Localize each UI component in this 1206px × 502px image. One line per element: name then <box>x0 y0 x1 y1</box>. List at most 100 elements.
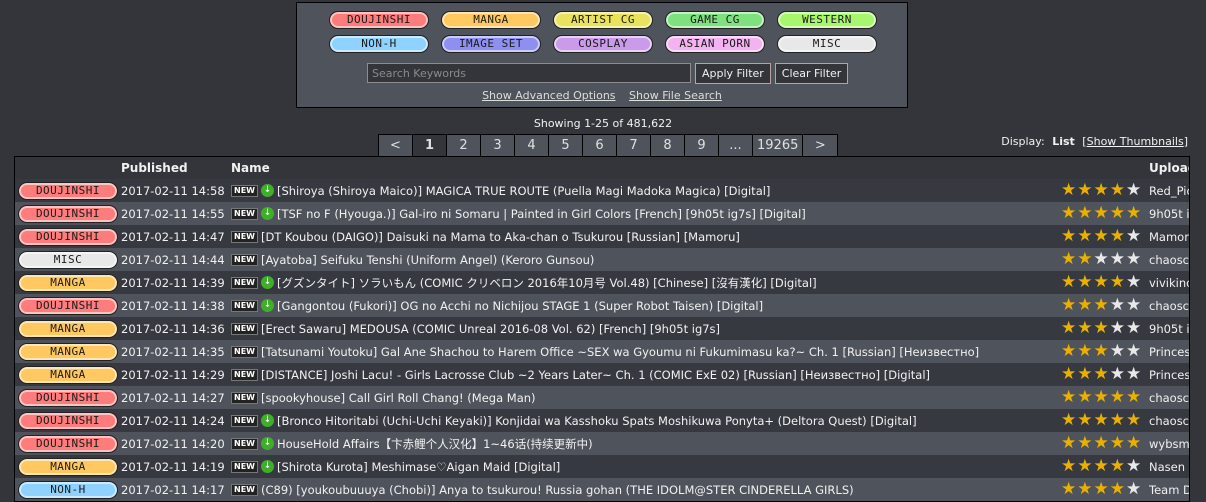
torrent-download-icon[interactable]: ↓ <box>260 276 274 289</box>
category-toggle-western[interactable]: WESTERN <box>777 11 877 29</box>
gallery-title-link[interactable]: [spookyhouse] Call Girl Roll Chang! (Meg… <box>261 391 536 405</box>
page-link-7[interactable]: 7 <box>617 135 651 157</box>
uploader-link[interactable]: Nasen <box>1149 460 1189 474</box>
category-badge[interactable]: NON-H <box>18 480 118 499</box>
torrent-download-icon[interactable]: ↓ <box>260 437 274 450</box>
page-link-8[interactable]: 8 <box>651 135 685 157</box>
header-uploader[interactable]: Uploader <box>1149 161 1189 175</box>
category-toggle-asian-porn[interactable]: ASIAN PORN <box>665 35 765 53</box>
header-name[interactable]: Name <box>231 161 1059 175</box>
page-link-3[interactable]: 3 <box>481 135 515 157</box>
prev-page-button[interactable]: < <box>379 135 413 157</box>
new-badge: NEW <box>231 391 258 404</box>
category-badge[interactable]: MANGA <box>18 342 118 361</box>
apply-filter-button[interactable]: Apply Filter <box>695 63 771 84</box>
page-link-9[interactable]: 9 <box>685 135 719 157</box>
uploader-link[interactable]: chaoscat <box>1149 414 1189 428</box>
gallery-title-link[interactable]: [Shirota Kurota] Meshimase♡Aigan Maid [D… <box>277 460 560 474</box>
table-row: NON-H 2017-02-11 14:17 NEW (C89) [youkoubuu… <box>15 478 1189 501</box>
uploader-link[interactable]: chaoscat <box>1149 391 1189 405</box>
torrent-download-icon[interactable]: ↓ <box>260 299 274 312</box>
category-badge[interactable]: DOUJINSHI <box>18 204 118 223</box>
gallery-title-link[interactable]: [Shiroya (Shiroya Maico)] MAGICA TRUE RO… <box>277 184 770 198</box>
category-toggle-cosplay[interactable]: COSPLAY <box>553 35 653 53</box>
star-icon: ★ <box>1061 203 1077 223</box>
uploader-link[interactable]: Team Doro <box>1149 483 1189 497</box>
gallery-title-link[interactable]: (C89) [youkoubuuuya (Chobi)] Anya to tsu… <box>261 483 854 497</box>
page-link-19265[interactable]: 19265 <box>753 135 804 157</box>
gallery-title-link[interactable]: HouseHold Affairs【卞赤鲤个人汉化】1~46话(持续更新中) <box>277 436 593 452</box>
next-page-button[interactable]: > <box>803 135 838 157</box>
torrent-download-icon[interactable]: ↓ <box>260 207 274 220</box>
uploader-link[interactable]: 9h05t ig7s <box>1149 322 1189 336</box>
torrent-download-icon[interactable]: ↓ <box>260 184 274 197</box>
category-badge[interactable]: DOUJINSHI <box>18 434 118 453</box>
uploader-link[interactable]: Princess_Sakura <box>1149 368 1189 382</box>
star-icon: ★ <box>1093 410 1109 430</box>
category-badge[interactable]: MANGA <box>18 319 118 338</box>
row-category-cell: MANGA <box>15 319 121 338</box>
category-badge[interactable]: DOUJINSHI <box>18 388 118 407</box>
category-badge[interactable]: MISC <box>18 250 118 269</box>
gallery-title-link[interactable]: [Erect Sawaru] MEDOUSA (COMIC Unreal 201… <box>261 322 720 336</box>
table-row: MANGA 2017-02-11 14:29 NEW [DISTANCE] Joshi… <box>15 363 1189 386</box>
category-badge[interactable]: DOUJINSHI <box>18 411 118 430</box>
star-icon: ★ <box>1126 387 1142 407</box>
category-badge[interactable]: DOUJINSHI <box>18 227 118 246</box>
uploader-link[interactable]: 9h05t ig7s <box>1149 207 1189 221</box>
category-toggle-misc[interactable]: MISC <box>777 35 877 53</box>
star-icon: ★ <box>1077 433 1093 453</box>
uploader-link[interactable]: chaoscat <box>1149 253 1189 267</box>
header-published[interactable]: Published <box>121 161 231 175</box>
category-toggle-manga[interactable]: MANGA <box>441 11 541 29</box>
new-badge: NEW <box>231 184 258 197</box>
gallery-title-link[interactable]: [Gangontou (Fukori)] OG no Acchi no Nich… <box>277 299 763 313</box>
clear-filter-button[interactable]: Clear Filter <box>774 63 849 84</box>
torrent-download-icon[interactable]: ↓ <box>260 460 274 473</box>
display-current-list: List <box>1052 135 1075 148</box>
gallery-title-link[interactable]: [TSF no F (Hyouga.)] Gal-iro ni Somaru |… <box>277 207 806 221</box>
table-body: DOUJINSHI 2017-02-11 14:58 NEW ↓ [Shiroya (S… <box>15 179 1189 501</box>
category-toggle-image-set[interactable]: IMAGE SET <box>441 35 541 53</box>
page-link-5[interactable]: 5 <box>549 135 583 157</box>
new-badge: NEW <box>231 299 258 312</box>
uploader-link[interactable]: Mamorusan <box>1149 230 1189 244</box>
uploader-link[interactable]: wybsma <box>1149 437 1189 451</box>
category-badge[interactable]: MANGA <box>18 365 118 384</box>
category-toggle-non-h[interactable]: NON-H <box>329 35 429 53</box>
page-link-2[interactable]: 2 <box>447 135 481 157</box>
gallery-title-link[interactable]: [DT Koubou (DAIGO)] Daisuki na Mama to A… <box>261 230 740 244</box>
page-link-1[interactable]: 1 <box>413 135 447 157</box>
category-badge[interactable]: MANGA <box>18 457 118 476</box>
page-link-4[interactable]: 4 <box>515 135 549 157</box>
gallery-title-link[interactable]: [DISTANCE] Joshi Lacu! - Girls Lacrosse … <box>261 368 930 382</box>
uploader-link[interactable]: chaoscat <box>1149 299 1189 313</box>
star-icon: ★ <box>1093 318 1109 338</box>
category-toggle-artist-cg[interactable]: ARTIST CG <box>553 11 653 29</box>
row-category-cell: DOUJINSHI <box>15 204 121 223</box>
gallery-title-link[interactable]: [Tatsunami Youtoku] Gal Ane Shachou to H… <box>261 345 979 359</box>
show-advanced-options-link[interactable]: Show Advanced Options <box>482 89 615 102</box>
show-file-search-link[interactable]: Show File Search <box>629 89 722 102</box>
star-icon: ★ <box>1061 180 1077 200</box>
gallery-title-link[interactable]: [Ayatoba] Seifuku Tenshi (Uniform Angel)… <box>261 253 594 267</box>
category-badge[interactable]: MANGA <box>18 273 118 292</box>
category-badge[interactable]: DOUJINSHI <box>18 296 118 315</box>
category-toggle-game-cg[interactable]: GAME CG <box>665 11 765 29</box>
row-category-cell: MANGA <box>15 273 121 292</box>
star-icon: ★ <box>1126 203 1142 223</box>
uploader-link[interactable]: vivikinomoto123 <box>1149 276 1189 290</box>
gallery-title-link[interactable]: [グズンタイト] ソラいもん (COMIC クリベロン 2016年10月号 Vo… <box>277 275 817 291</box>
published-date: 2017-02-11 14:19 <box>121 459 225 474</box>
star-icon: ★ <box>1061 364 1077 384</box>
category-toggle-doujinshi[interactable]: DOUJINSHI <box>329 11 429 29</box>
search-input[interactable] <box>367 63 691 83</box>
uploader-link[interactable]: Red_Piotrus <box>1149 184 1189 198</box>
torrent-download-icon[interactable]: ↓ <box>260 414 274 427</box>
category-badge[interactable]: DOUJINSHI <box>18 181 118 200</box>
show-thumbnails-link[interactable]: Show Thumbnails <box>1087 135 1184 148</box>
gallery-title-link[interactable]: [Bronco Hitoritabi (Uchi-Uchi Keyaki)] K… <box>277 414 917 428</box>
uploader-link[interactable]: Princess_Sakura <box>1149 345 1189 359</box>
star-icon: ★ <box>1109 295 1125 315</box>
page-link-6[interactable]: 6 <box>583 135 617 157</box>
